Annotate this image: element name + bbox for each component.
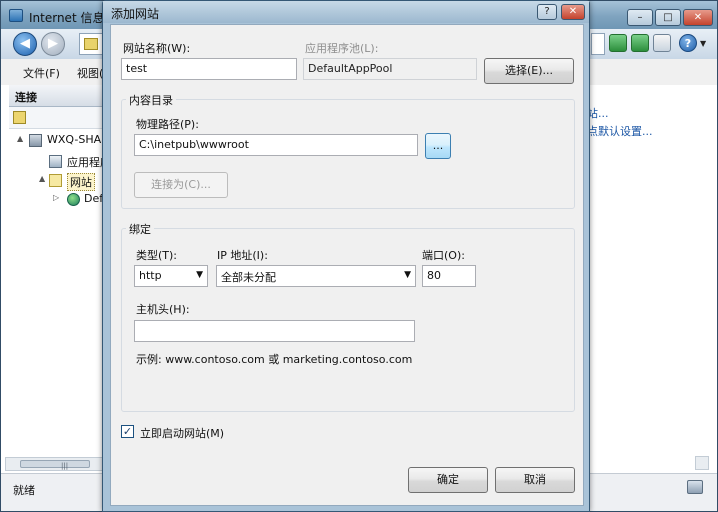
dialog-title: 添加网站 xyxy=(111,7,160,21)
chevron-down-icon: ▼ xyxy=(404,270,411,280)
action-link[interactable]: 站... xyxy=(587,105,653,123)
type-label: 类型(T): xyxy=(136,249,178,262)
connections-header: 连接 xyxy=(9,85,111,107)
physical-path-input[interactable]: C:\inetpub\wwwroot xyxy=(134,134,418,156)
add-website-dialog: 添加网站 ? ✕ 网站名称(W): test 应用程序池(L): Default… xyxy=(102,0,590,512)
tree-item-label: 网站 xyxy=(67,173,95,191)
type-selected-value: http xyxy=(139,269,162,282)
ip-address-select[interactable]: 全部未分配 ▼ xyxy=(216,265,416,287)
connections-title: 连接 xyxy=(15,91,37,104)
status-text: 就绪 xyxy=(13,484,35,497)
back-arrow-icon[interactable]: ◀ xyxy=(13,32,37,56)
tree-expand-icon[interactable]: ▲ xyxy=(17,134,25,143)
horizontal-scrollbar[interactable]: ||| xyxy=(5,457,105,471)
home-icon[interactable] xyxy=(653,34,671,52)
go-icon[interactable] xyxy=(609,34,627,52)
cancel-button[interactable]: 取消 xyxy=(495,467,575,493)
action-link-defaults[interactable]: 点默认设置... xyxy=(587,123,653,141)
binding-group: 绑定 类型(T): http ▼ IP 地址(I): 全部未分配 ▼ 端口(O)… xyxy=(121,221,575,412)
iis-app-icon xyxy=(9,9,23,22)
connections-pane: 连接 ▲ WXQ-SHA 应用程序 ▲ 网站 ▷ Def xyxy=(9,85,111,471)
ip-selected-value: 全部未分配 xyxy=(221,271,276,284)
network-status-icon xyxy=(687,480,703,494)
folder-icon xyxy=(84,38,98,50)
chevron-down-icon: ▼ xyxy=(196,270,203,280)
maximize-button[interactable]: □ xyxy=(655,9,681,26)
scrollbar-corner[interactable] xyxy=(695,456,709,470)
app-pool-field: DefaultAppPool xyxy=(303,58,477,80)
port-label: 端口(O): xyxy=(422,249,465,262)
tree-item-label: WXQ-SHA xyxy=(47,133,102,146)
scroll-grip-icon: ||| xyxy=(61,462,69,470)
server-icon xyxy=(29,134,42,147)
content-directory-group: 内容目录 物理路径(P): C:\inetpub\wwwroot ... 连接为… xyxy=(121,92,575,209)
ip-address-label: IP 地址(I): xyxy=(217,249,268,262)
forward-arrow-icon[interactable]: ▶ xyxy=(41,32,65,56)
sites-folder-icon xyxy=(49,174,62,187)
ok-button[interactable]: 确定 xyxy=(408,467,488,493)
connect-icon[interactable] xyxy=(13,111,26,124)
site-name-input[interactable]: test xyxy=(121,58,297,80)
content-directory-title: 内容目录 xyxy=(126,92,176,108)
dialog-close-button[interactable]: ✕ xyxy=(561,4,585,20)
start-website-checkbox[interactable]: ✓ xyxy=(121,425,134,438)
help-icon[interactable]: ? xyxy=(679,34,697,52)
host-header-input[interactable] xyxy=(134,320,415,342)
tree-expand-icon[interactable]: ▲ xyxy=(39,174,47,183)
physical-path-label: 物理路径(P): xyxy=(136,118,199,131)
port-input[interactable]: 80 xyxy=(422,265,476,287)
actions-pane: 站... 点默认设置... xyxy=(587,105,653,141)
site-name-label: 网站名称(W): xyxy=(123,42,191,55)
app-pool-label: 应用程序池(L): xyxy=(305,42,379,55)
minimize-button[interactable]: – xyxy=(627,9,653,26)
window-close-button[interactable]: ✕ xyxy=(683,9,713,26)
host-header-example: 示例: www.contoso.com 或 marketing.contoso.… xyxy=(136,353,413,366)
binding-title: 绑定 xyxy=(126,221,154,237)
menu-file[interactable]: 文件(F) xyxy=(23,65,60,81)
scrollbar-thumb[interactable]: ||| xyxy=(20,460,90,470)
help-menu-chevron-icon[interactable]: ▼ xyxy=(700,39,706,48)
connections-toolbar xyxy=(9,107,111,129)
type-select[interactable]: http ▼ xyxy=(134,265,208,287)
tree-item-label: Def xyxy=(84,192,104,205)
host-header-label: 主机头(H): xyxy=(136,303,190,316)
app-pool-icon xyxy=(49,155,62,168)
tree-collapsed-icon[interactable]: ▷ xyxy=(53,193,61,202)
select-app-pool-button[interactable]: 选择(E)... xyxy=(484,58,574,84)
dialog-help-button[interactable]: ? xyxy=(537,4,557,20)
address-field-end[interactable] xyxy=(591,33,605,55)
refresh-icon[interactable] xyxy=(631,34,649,52)
dialog-titlebar: 添加网站 ? ✕ xyxy=(103,1,589,23)
browse-path-button[interactable]: ... xyxy=(425,133,451,159)
globe-icon xyxy=(67,193,80,206)
connect-as-button: 连接为(C)... xyxy=(134,172,228,198)
dialog-body: 网站名称(W): test 应用程序池(L): DefaultAppPool 选… xyxy=(110,24,584,506)
start-website-label[interactable]: 立即启动网站(M) xyxy=(140,425,224,441)
